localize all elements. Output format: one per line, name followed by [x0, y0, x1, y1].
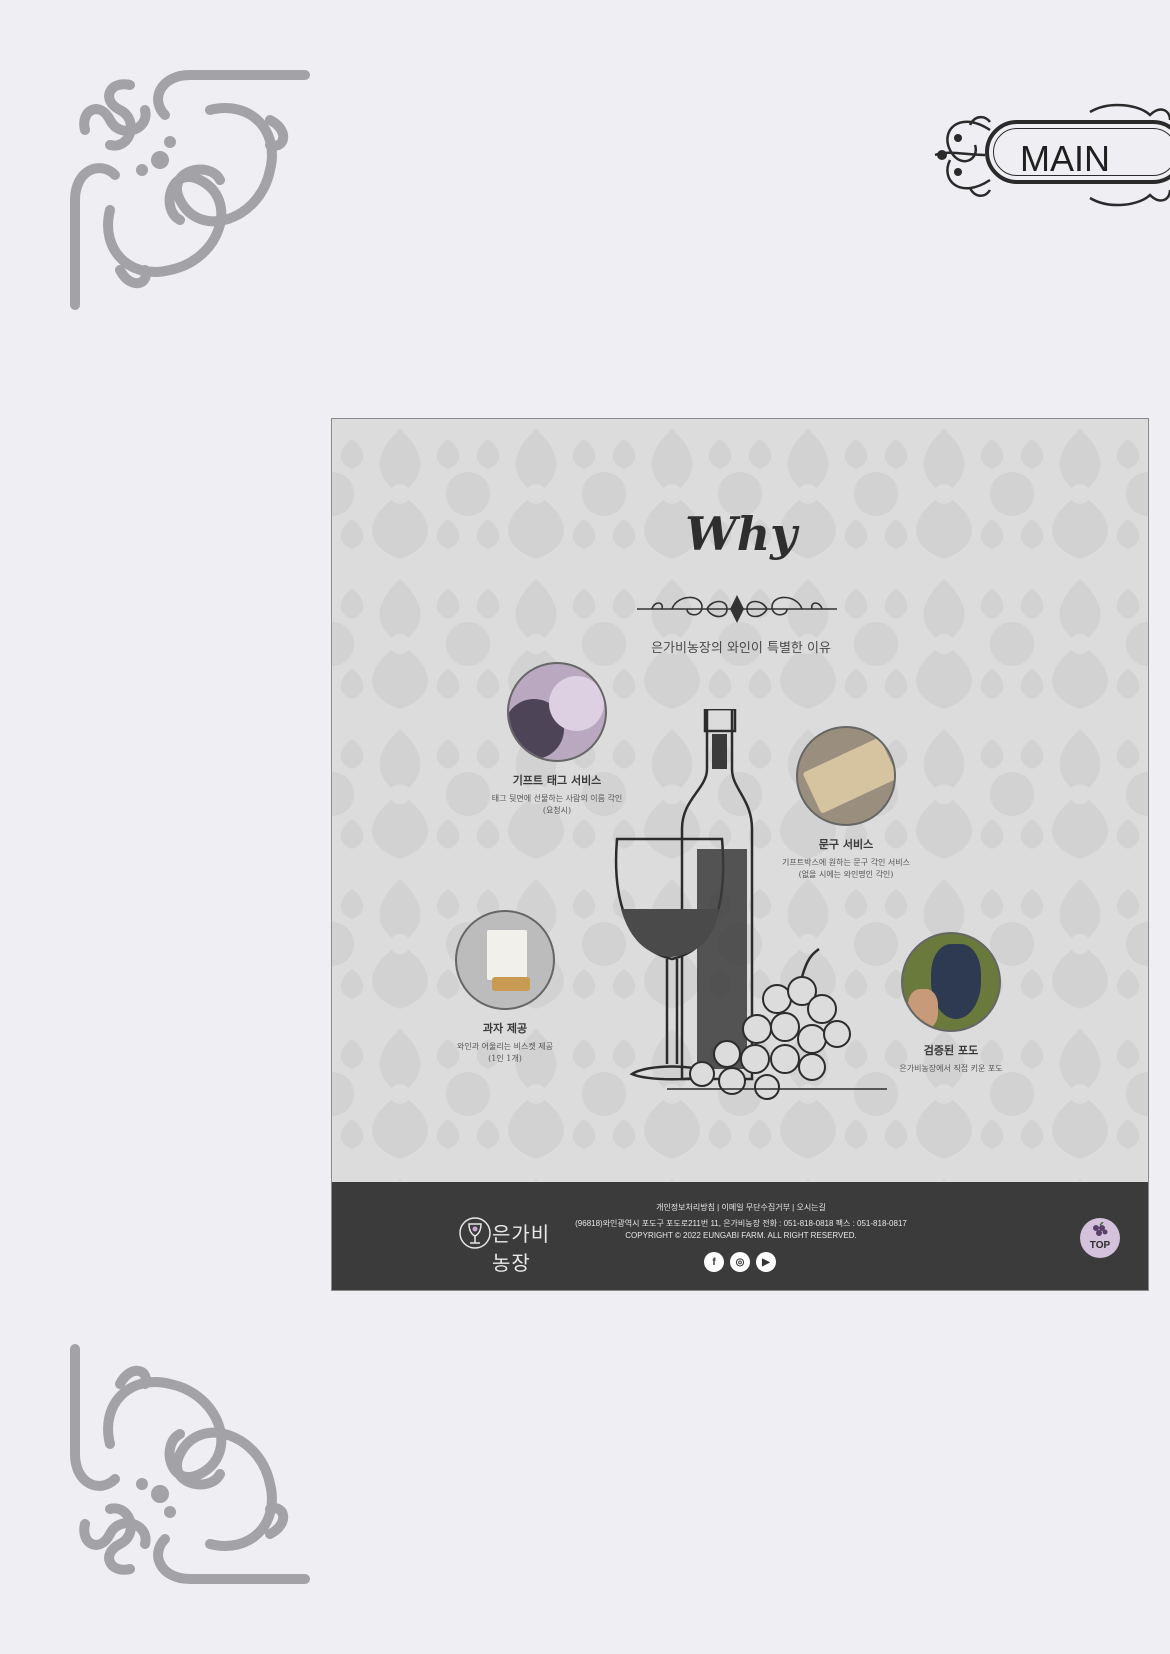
feature-gift-tag: 기프트 태그 서비스 태그 뒷면에 선물하는 사람의 이름 각인 (요청시) — [467, 662, 647, 817]
text-service-image — [796, 726, 896, 826]
why-title: Why — [685, 507, 797, 561]
corner-ornament-bottom-icon — [70, 1344, 310, 1584]
snack-image — [455, 910, 555, 1010]
feature-title: 기프트 태그 서비스 — [512, 774, 602, 787]
gift-tag-image — [507, 662, 607, 762]
feature-title: 검증된 포도 — [923, 1044, 979, 1057]
footer-copyright: COPYRIGHT © 2022 EUNGABI FARM. ALL RIGHT… — [625, 1231, 857, 1240]
scroll-divider-icon — [637, 595, 837, 623]
why-subtitle: 은가비농장의 와인이 특별한 이유 — [651, 641, 831, 656]
feature-snack: 과자 제공 와인과 어울리는 비스켓 제공 (1인 1개) — [415, 910, 595, 1065]
feature-desc: 태그 뒷면에 선물하는 사람의 이름 각인 (요청시) — [491, 794, 623, 815]
scroll-top-button[interactable]: TOP — [1080, 1218, 1120, 1258]
footer-links[interactable]: 개인정보처리방침 | 이메일 무단수집거부 | 오시는길 — [332, 1202, 1148, 1213]
facebook-icon[interactable]: f — [704, 1252, 724, 1272]
feature-desc: 기프트박스에 원하는 문구 각인 서비스 (없을 시에는 와인명인 각인) — [782, 858, 910, 879]
feature-title: 과자 제공 — [482, 1022, 528, 1035]
footer-social: f ◎ ▶ — [704, 1252, 784, 1274]
feature-desc: 와인과 어울리는 비스켓 제공 (1인 1개) — [457, 1042, 553, 1063]
main-banner[interactable]: MAIN — [930, 80, 1170, 230]
footer-address: (96818)와인광역시 포도구 포도로211번 11, 은가비농장 전화 : … — [575, 1219, 907, 1228]
banner-label: MAIN — [1020, 138, 1110, 179]
feature-text-service: 문구 서비스 기프트박스에 원하는 문구 각인 서비스 (없을 시에는 와인명인… — [756, 726, 936, 881]
feature-grapes: 검증된 포도 은가비농장에서 직접 키운 포도 — [861, 932, 1041, 1075]
site-footer: 은가비농장 개인정보처리방침 | 이메일 무단수집거부 | 오시는길 (9681… — [332, 1182, 1148, 1290]
feature-title: 문구 서비스 — [818, 838, 874, 851]
grape-icon — [1093, 1222, 1108, 1236]
instagram-icon[interactable]: ◎ — [730, 1252, 750, 1272]
preview-panel: Why 은가비농장의 와인이 특별한 이유 기프트 태그 서비스 태그 뒷면에 … — [331, 418, 1149, 1291]
feature-desc: 은가비농장에서 직접 키운 포도 — [899, 1064, 1003, 1073]
grapes-image — [901, 932, 1001, 1032]
corner-ornament-top-icon — [70, 70, 310, 310]
youtube-icon[interactable]: ▶ — [756, 1252, 776, 1272]
scroll-top-label: TOP — [1089, 1240, 1111, 1251]
